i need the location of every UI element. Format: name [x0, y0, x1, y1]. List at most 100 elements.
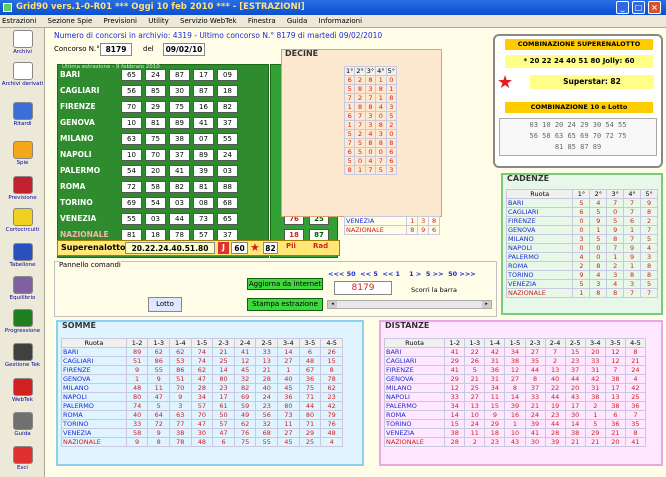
maximize-button[interactable]: □ — [632, 1, 645, 14]
table-cell: 4 — [320, 437, 343, 447]
close-button[interactable]: × — [648, 1, 661, 14]
table-header: 1-2 — [444, 338, 466, 348]
table-cell: 44 — [564, 374, 586, 384]
table-cell: 57 — [190, 401, 214, 411]
table-cell: 3 — [375, 129, 387, 139]
sidebar-item[interactable]: Esci — [0, 446, 45, 471]
table-cell: 62 — [320, 383, 343, 393]
nav-buttons[interactable]: <<< 50 << 5 << 1 1 > 5 >> 50 >>> — [328, 270, 476, 278]
table-cell: 0 — [385, 75, 397, 85]
table-cell: 2 — [354, 75, 366, 85]
sidebar-item[interactable]: Progressione — [0, 309, 45, 334]
table-cell: 80 — [277, 401, 300, 411]
table-cell: 2 — [544, 356, 566, 366]
table-cell: 86 — [169, 365, 192, 375]
concorso-field[interactable]: 8179 — [100, 43, 132, 56]
table-row: BARI 5 4 7 7 9 — [505, 198, 658, 208]
date-field[interactable]: 09/02/10 — [163, 43, 205, 56]
table-cell: 45 — [277, 437, 300, 447]
superstar-field: 82 — [263, 242, 278, 254]
table-cell: 38 — [169, 428, 192, 438]
table-cell: 7 — [606, 243, 625, 253]
table-cell: 37 — [524, 383, 546, 393]
table-cell: 12 — [444, 383, 466, 393]
table-header: 2-3 — [212, 338, 235, 348]
menu-informazioni[interactable]: Informazioni — [319, 17, 362, 25]
table-cell: 8 — [354, 84, 366, 94]
table-cell: NAZIONALE — [61, 437, 127, 447]
table-cell: 6 — [343, 75, 356, 85]
table-row: GENOVA 29 21 31 27 8 40 44 42 38 4 — [383, 374, 647, 384]
menu-guida[interactable]: Guida — [287, 17, 308, 25]
table-cell: 13 — [544, 365, 566, 375]
table-cell: 5 — [572, 198, 591, 208]
table-header: 2-5 — [255, 338, 279, 348]
combinazione-title: COMBINAZIONE SUPERENALOTTO — [505, 39, 653, 50]
concorso-scroll-field[interactable]: 8179 — [334, 281, 392, 295]
aggiorna-button[interactable]: Aggiorna da internet — [247, 278, 323, 290]
estrazione-number: 37 — [169, 149, 190, 161]
table-cell: 47 — [147, 392, 171, 402]
sidebar-item[interactable]: Spie — [0, 141, 45, 166]
table-cell: 3 — [623, 279, 642, 289]
table-cell: 2 — [606, 261, 625, 271]
table-cell: 26 — [464, 356, 486, 366]
table-row: 72718 — [343, 93, 397, 103]
estrazione-number: 81 — [145, 117, 166, 129]
table-cell: 11 — [484, 392, 506, 402]
sidebar-item[interactable]: Guida — [0, 412, 45, 437]
table-cell: 33 — [524, 392, 546, 402]
table-cell: 39 — [524, 419, 546, 429]
archive-info: Numero di concorsi in archivio: 4319 - U… — [54, 31, 383, 40]
menu-utility[interactable]: Utility — [148, 17, 169, 25]
table-cell: 27 — [504, 374, 526, 384]
table-cell: 7 — [640, 225, 658, 235]
scroll-bar[interactable]: ◂ ▸ — [327, 300, 492, 309]
table-cell: 45 — [277, 383, 300, 393]
sidebar-item[interactable]: Archivi — [0, 30, 45, 55]
table-cell: 0 — [606, 207, 625, 217]
table-cell: 5 — [375, 165, 387, 175]
estrazione-number: 03 — [169, 197, 190, 209]
table-cell: 62 — [169, 347, 192, 357]
table-cell: 5 — [385, 111, 397, 121]
sidebar-item[interactable]: Ritardi — [0, 102, 45, 127]
minimize-button[interactable]: _ — [616, 1, 629, 14]
menu-finestra[interactable]: Finestra — [248, 17, 276, 25]
sidebar-item[interactable]: Gestione Tek — [0, 343, 45, 368]
estrazione-ruota: VENEZIA — [60, 214, 97, 223]
scroll-right-arrow[interactable]: ▸ — [482, 301, 491, 308]
estrazione-number: 89 — [193, 149, 214, 161]
menu-sezione-spie[interactable]: Sezione Spie — [48, 17, 93, 25]
table-cell: 20 — [584, 347, 606, 357]
menu-servizio-webtek[interactable]: Servizio WebTek — [180, 17, 237, 25]
sidebar-item[interactable]: Previsione — [0, 176, 45, 201]
sidebar-item[interactable]: WebTek — [0, 378, 45, 403]
table-cell: 34 — [504, 347, 526, 357]
stampa-button[interactable]: Stampa estrazione — [247, 298, 323, 311]
lotto-button[interactable]: Lotto — [148, 297, 182, 312]
estrazione-number: 69 — [121, 197, 142, 209]
menu-previsioni[interactable]: Previsioni — [104, 17, 137, 25]
scroll-left-arrow[interactable]: ◂ — [328, 301, 337, 308]
table-cell: 35 — [624, 419, 647, 429]
sidebar-item[interactable]: Equilibrio — [0, 276, 45, 301]
sidebar-item[interactable]: Archivi derivati — [0, 62, 45, 87]
table-cell: 7 — [640, 288, 658, 298]
table-cell: 22 — [464, 347, 486, 357]
table-cell: 8 — [623, 270, 642, 280]
sidebar-item[interactable]: Tabellone — [0, 243, 45, 268]
estrazione-number: 17 — [193, 69, 214, 81]
table-cell: 70 — [190, 410, 214, 420]
table-cell: 38 — [504, 356, 526, 366]
menu-estrazioni[interactable]: Estrazioni — [2, 17, 36, 25]
table-cell: 53 — [169, 356, 192, 366]
table-cell: 82 — [233, 383, 257, 393]
sidebar-icon — [12, 141, 33, 159]
sidebar-item[interactable]: Cortocircuiti — [0, 208, 45, 233]
superenalotto-label: Superenalotto — [61, 243, 126, 252]
table-cell: 24 — [524, 410, 546, 420]
table-cell: 21 — [255, 365, 279, 375]
estrazione-number: 20 — [145, 165, 166, 177]
table-header: 3-4 — [277, 338, 300, 348]
